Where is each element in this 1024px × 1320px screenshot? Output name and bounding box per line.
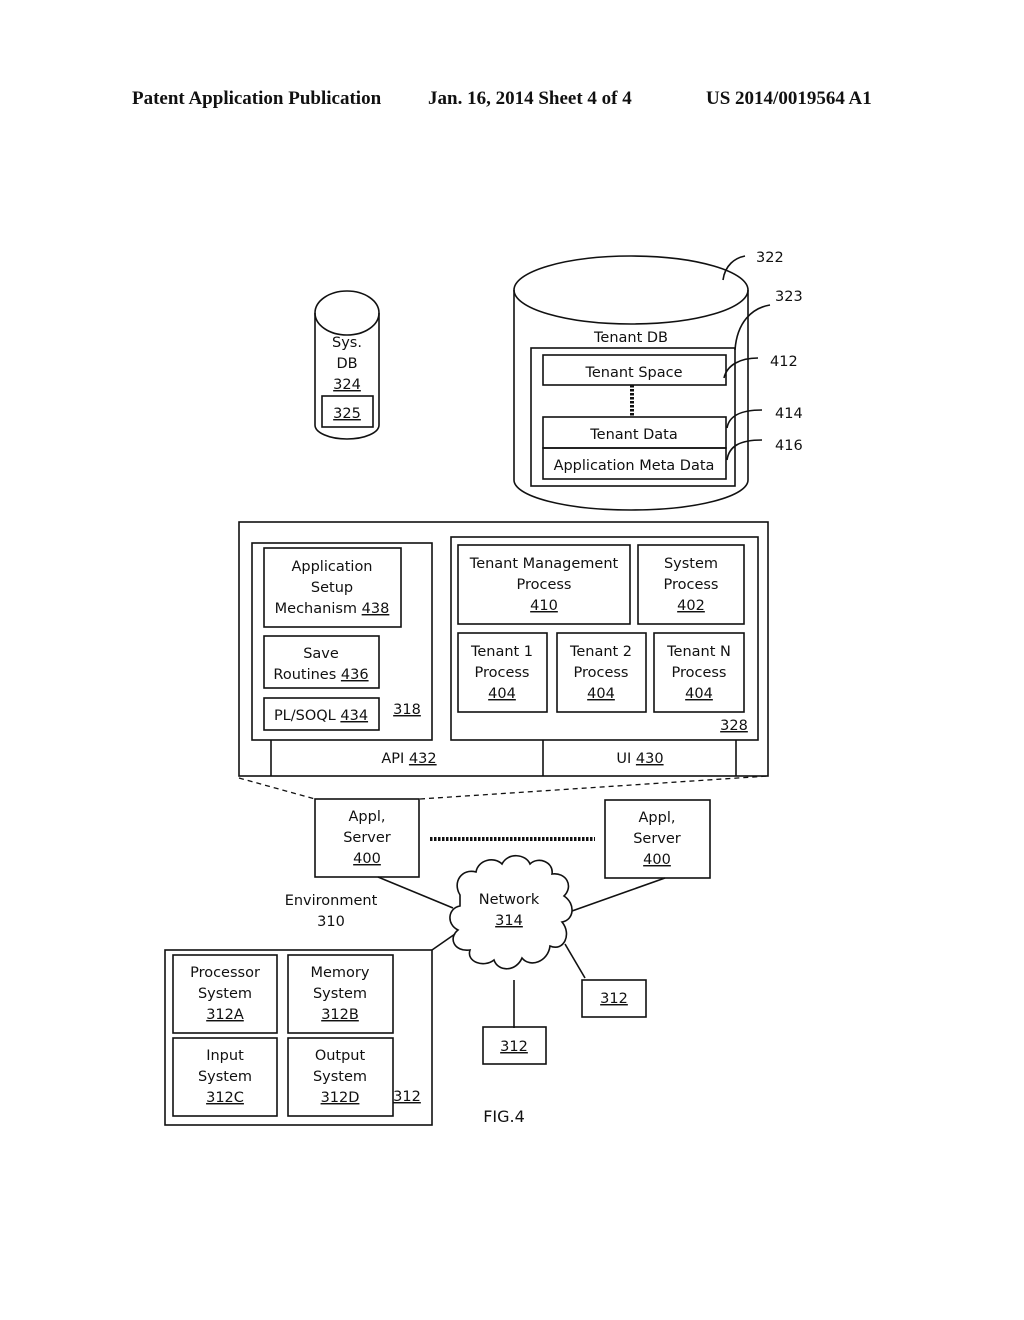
tenant1-line1: Tenant 1 xyxy=(470,644,533,660)
tenant-mgmt-line1: Tenant Management xyxy=(469,556,619,572)
app-server1-ref: 400 xyxy=(353,851,381,867)
tenant-db-label: Tenant DB xyxy=(593,330,668,346)
save-routines-line2: Routines 436 xyxy=(273,667,368,683)
sys-db-label-2: DB xyxy=(336,356,357,372)
app-server2-ref: 400 xyxy=(643,852,671,868)
leader-416 xyxy=(726,439,763,461)
tenant2-line2: Process xyxy=(573,665,628,681)
tenant2-line1: Tenant 2 xyxy=(569,644,632,660)
app-setup-line2: Setup xyxy=(311,580,353,596)
tenant1-ref: 404 xyxy=(488,686,516,702)
user-system-ref: 312 xyxy=(393,1089,421,1105)
leader-322 xyxy=(722,255,746,281)
ref-412: 412 xyxy=(770,354,798,370)
tenant-space-label: Tenant Space xyxy=(584,365,682,381)
connector-server1-network xyxy=(377,876,454,909)
tenantN-line2: Process xyxy=(671,665,726,681)
user-system-right-ref: 312 xyxy=(600,991,628,1007)
connector-usersystem-network xyxy=(431,933,456,951)
connector-network-312-right xyxy=(564,943,586,979)
input-line2: System xyxy=(198,1069,252,1085)
app-setup-line1: Application xyxy=(291,559,372,575)
system-process-ref: 402 xyxy=(677,598,705,614)
leader-412 xyxy=(723,357,759,379)
processor-line1: Processor xyxy=(190,965,260,981)
output-ref: 312D xyxy=(321,1090,360,1106)
expansion-line-right xyxy=(419,775,769,800)
sys-db-ref: 324 xyxy=(333,377,361,393)
memory-line2: System xyxy=(313,986,367,1002)
tenant-data-label: Tenant Data xyxy=(589,427,678,443)
processor-line2: System xyxy=(198,986,252,1002)
ref-416: 416 xyxy=(775,438,803,454)
connector-server2-network xyxy=(571,877,666,912)
ui-label: UI 430 xyxy=(616,751,663,767)
input-ref: 312C xyxy=(206,1090,244,1106)
left-panel-ref: 318 xyxy=(393,702,421,718)
input-line1: Input xyxy=(206,1048,244,1064)
leader-323 xyxy=(734,304,771,351)
right-panel-ref: 328 xyxy=(720,718,748,734)
fig4-diagram: Sys. DB 324 325 Tenant DB Tenant Space T… xyxy=(164,250,803,1126)
app-server2-line2: Server xyxy=(633,831,681,847)
network-label: Network xyxy=(479,892,540,908)
sys-db-label-1: Sys. xyxy=(332,335,362,351)
environment-label: Environment xyxy=(285,893,378,909)
app-setup-line3: Mechanism 438 xyxy=(275,601,390,617)
ref-322: 322 xyxy=(756,250,784,266)
ref-323: 323 xyxy=(775,289,803,305)
network-ref: 314 xyxy=(495,913,523,929)
output-line2: System xyxy=(313,1069,367,1085)
tenantN-ref: 404 xyxy=(685,686,713,702)
expansion-line-left xyxy=(238,777,316,800)
user-system-bottom-ref: 312 xyxy=(500,1039,528,1055)
save-routines-line1: Save xyxy=(303,646,339,662)
tenant1-line2: Process xyxy=(474,665,529,681)
application-meta-data-label: Application Meta Data xyxy=(554,458,715,474)
app-server1-line2: Server xyxy=(343,830,391,846)
tenant-mgmt-line2: Process xyxy=(516,577,571,593)
memory-line1: Memory xyxy=(311,965,370,981)
app-server2-line1: Appl, xyxy=(639,810,676,826)
figure-label: FIG.4 xyxy=(483,1107,525,1126)
memory-ref: 312B xyxy=(321,1007,359,1023)
sys-db-inner-ref: 325 xyxy=(333,406,361,422)
tenant-mgmt-ref: 410 xyxy=(530,598,558,614)
ref-414: 414 xyxy=(775,406,803,422)
processor-ref: 312A xyxy=(206,1007,244,1023)
output-line1: Output xyxy=(315,1048,366,1064)
leader-414 xyxy=(726,409,763,429)
tenant2-ref: 404 xyxy=(587,686,615,702)
environment-ref: 310 xyxy=(317,914,345,930)
app-server1-line1: Appl, xyxy=(349,809,386,825)
tenantN-line1: Tenant N xyxy=(666,644,731,660)
api-label: API 432 xyxy=(381,751,436,767)
plsoql-label: PL/SOQL 434 xyxy=(274,708,368,724)
system-process-line1: System xyxy=(664,556,718,572)
system-process-line2: Process xyxy=(663,577,718,593)
